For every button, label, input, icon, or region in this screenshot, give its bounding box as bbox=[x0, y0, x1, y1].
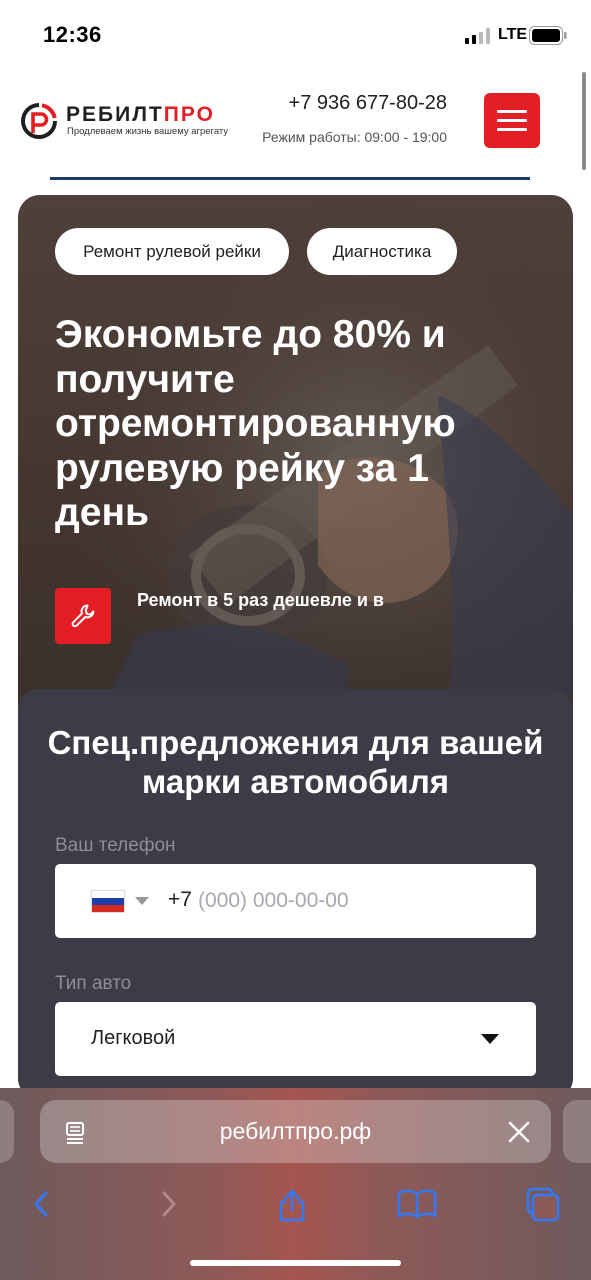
country-dropdown-caret-icon[interactable] bbox=[135, 897, 149, 905]
close-icon[interactable] bbox=[507, 1120, 531, 1144]
car-type-value: Легковой bbox=[91, 1027, 176, 1049]
home-indicator[interactable] bbox=[190, 1260, 401, 1266]
address-bar[interactable]: ребилтпро.рф bbox=[40, 1100, 551, 1163]
chevron-down-icon bbox=[481, 1034, 499, 1044]
forward-icon[interactable] bbox=[146, 1182, 190, 1226]
phone-prefix: +7 bbox=[168, 888, 192, 911]
header-divider bbox=[50, 177, 530, 180]
next-tab-preview[interactable] bbox=[563, 1100, 591, 1163]
phone-input[interactable] bbox=[198, 882, 518, 920]
status-time: 12:36 bbox=[43, 22, 102, 47]
hamburger-icon-line bbox=[497, 128, 527, 131]
phone-field-label: Ваш телефон bbox=[55, 835, 176, 856]
form-title: Спец.предложения для вашей марки автомоб… bbox=[47, 724, 544, 800]
browser-bottom-bar: ребилтпро.рф bbox=[0, 1088, 591, 1280]
back-icon[interactable] bbox=[20, 1182, 64, 1226]
battery-icon bbox=[529, 26, 567, 45]
tag-diagnostics[interactable]: Диагностика bbox=[307, 228, 457, 275]
previous-tab-preview[interactable] bbox=[0, 1100, 14, 1163]
share-icon[interactable] bbox=[270, 1182, 314, 1226]
working-hours: Режим работы: 09:00 - 19:00 bbox=[262, 129, 447, 145]
brand-name-main: РЕБИЛТ bbox=[66, 103, 164, 126]
status-bar: 12:36 LTE bbox=[0, 0, 591, 66]
offer-form: Спец.предложения для вашей марки автомоб… bbox=[18, 689, 573, 1100]
phone-field[interactable]: +7 bbox=[55, 864, 536, 938]
car-type-label: Тип авто bbox=[55, 973, 132, 994]
hero-title: Экономьте до 80% и получите отремонтиров… bbox=[55, 313, 456, 534]
hamburger-icon-line bbox=[497, 119, 527, 122]
hamburger-icon bbox=[497, 110, 527, 113]
tabs-icon[interactable] bbox=[520, 1182, 564, 1226]
feature-text: Ремонт в 5 раз дешевле и в bbox=[137, 590, 384, 610]
network-type: LTE bbox=[498, 26, 528, 43]
russia-flag-icon[interactable] bbox=[91, 890, 125, 913]
page-menu-icon[interactable] bbox=[64, 1120, 88, 1144]
tag-steering-rack-repair[interactable]: Ремонт рулевой рейки bbox=[55, 228, 289, 275]
feature-badge bbox=[55, 588, 111, 644]
site-logo[interactable]: РЕБИЛТПРО Продлеваем жизнь вашему агрега… bbox=[20, 100, 260, 142]
hero-section: Ремонт рулевой рейки Диагностика Экономь… bbox=[18, 195, 573, 1100]
brand-name: РЕБИЛТПРО bbox=[66, 103, 215, 127]
menu-button[interactable] bbox=[484, 93, 540, 148]
browser-toolbar bbox=[0, 1176, 591, 1236]
brand-tagline: Продлеваем жизнь вашему агрегату bbox=[67, 126, 229, 137]
page-scrollbar[interactable] bbox=[582, 72, 586, 170]
bookmarks-icon[interactable] bbox=[395, 1182, 439, 1226]
wrench-icon bbox=[71, 604, 95, 628]
logo-mark-icon bbox=[21, 103, 57, 139]
url-text[interactable]: ребилтпро.рф bbox=[140, 1118, 451, 1145]
brand-name-accent: ПРО bbox=[163, 103, 215, 126]
car-type-select[interactable]: Легковой bbox=[55, 1002, 536, 1076]
cellular-signal-icon bbox=[465, 28, 490, 44]
header-phone-link[interactable]: +7 936 677-80-28 bbox=[250, 92, 447, 115]
